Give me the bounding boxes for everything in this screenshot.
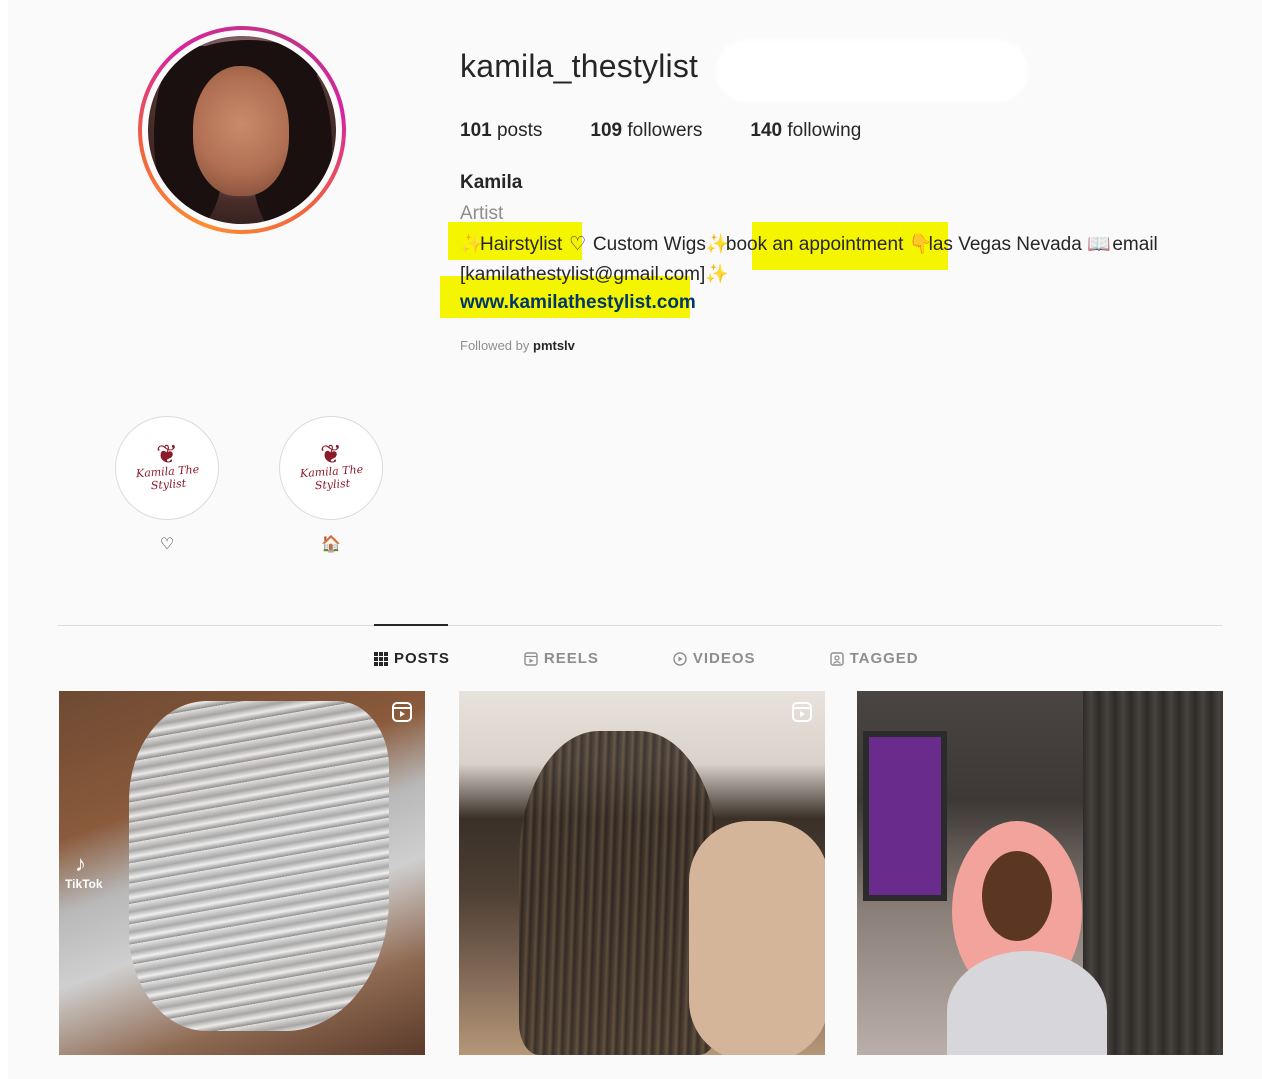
followed-by-user[interactable]: pmtslv — [533, 338, 575, 353]
highlight-cover[interactable]: ❦ Kamila The Stylist — [279, 416, 383, 520]
post-thumbnail[interactable] — [459, 691, 825, 1055]
grid-icon — [374, 651, 388, 666]
reels-icon — [524, 651, 538, 666]
active-tab-indicator — [374, 624, 448, 626]
tv-screen — [863, 731, 947, 901]
posts-count: 101 posts — [460, 120, 543, 141]
bio-location: las Vegas Nevada — [928, 234, 1082, 255]
pointing-down-icon: 👇 — [908, 234, 933, 255]
bio-custom-wigs: Custom Wigs — [592, 234, 706, 255]
book-icon: 📖 — [1087, 234, 1111, 255]
reel-icon — [792, 702, 812, 722]
profile-page: kamila_thestylist 101 posts 109 follower… — [8, 0, 1262, 1079]
bio-email: [kamilathestylist@gmail.com] — [460, 264, 706, 285]
redacted-area — [716, 40, 1028, 102]
following-link[interactable]: 140 following — [750, 120, 861, 142]
tiktok-icon: ♪ — [75, 851, 86, 876]
profile-avatar[interactable] — [138, 26, 346, 234]
brand-logo-text: Kamila The Stylist — [299, 462, 364, 493]
post-thumbnail[interactable]: ♪ TikTok — [59, 691, 425, 1055]
tiktok-watermark: ♪ TikTok — [65, 851, 103, 891]
profile-tabs: POSTS REELS VIDEOS TAGGED — [374, 650, 993, 667]
followers-link[interactable]: 109 followers — [590, 120, 702, 142]
story-highlight[interactable]: ❦ Kamila The Stylist 🏠 — [279, 416, 383, 554]
post-thumbnail[interactable] — [857, 691, 1223, 1055]
bio-line-1: ✨Hairstylist ♡ Custom Wigs✨book an appoi… — [460, 232, 1158, 256]
bio-line-3: www.kamilathestylist.com — [460, 292, 696, 314]
tabs-divider — [58, 625, 1222, 626]
story-highlight[interactable]: ❦ Kamila The Stylist ♡ — [115, 416, 219, 554]
tab-tagged[interactable]: TAGGED — [829, 650, 919, 667]
profile-username: kamila_thestylist — [460, 48, 699, 84]
profile-full-name: Kamila — [460, 172, 523, 193]
highlight-cover[interactable]: ❦ Kamila The Stylist — [115, 416, 219, 520]
reel-icon — [392, 702, 412, 722]
profile-stats: 101 posts 109 followers 140 following — [460, 120, 861, 142]
bio-hairstylist: Hairstylist — [480, 234, 563, 255]
tab-posts[interactable]: POSTS — [374, 650, 450, 667]
sparkle-icon: ✨ — [705, 234, 730, 255]
foil-hair-photo — [129, 701, 389, 1031]
followed-by[interactable]: Followed by pmtslv — [460, 338, 575, 353]
bio-book-appointment: book an appointment — [725, 234, 904, 255]
play-icon — [673, 651, 687, 666]
tagged-icon — [829, 651, 844, 666]
website-link[interactable]: www.kamilathestylist.com — [460, 292, 696, 313]
heart-icon: ♡ — [159, 536, 175, 553]
tab-reels[interactable]: REELS — [524, 650, 599, 667]
house-icon: 🏠 — [321, 536, 341, 553]
bio-email-word: email — [1112, 234, 1158, 255]
tab-videos[interactable]: VIDEOS — [673, 650, 756, 667]
heart-icon: ♡ — [569, 234, 587, 255]
sparkle-icon: ✨ — [460, 234, 484, 255]
brand-logo-text: Kamila The Stylist — [135, 462, 200, 493]
sparkle-icon: ✨ — [705, 264, 729, 285]
avatar-photo — [148, 36, 336, 224]
bio-line-2: [kamilathestylist@gmail.com]✨ — [460, 262, 729, 286]
